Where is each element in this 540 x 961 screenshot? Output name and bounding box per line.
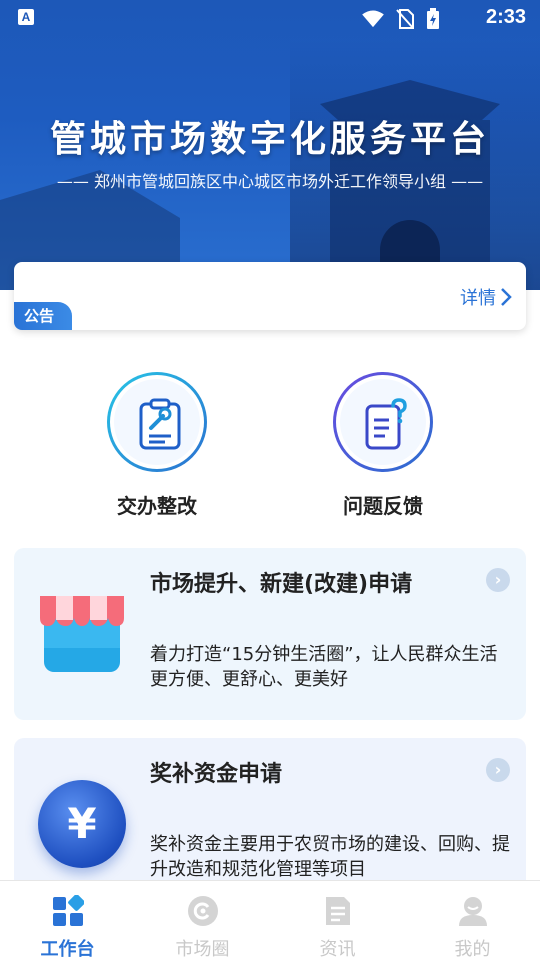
market-upgrade-title: 市场提升、新建(改建)申请 bbox=[150, 572, 413, 597]
notice-detail-link[interactable]: 详情 bbox=[460, 284, 512, 310]
market-upgrade-application-card[interactable]: 市场提升、新建(改建)申请 › 着力打造“15分钟生活圈”，让人民群众生活更方便… bbox=[14, 548, 526, 720]
workbench-icon bbox=[52, 894, 85, 926]
subsidy-title: 奖补资金申请 bbox=[150, 762, 283, 787]
nav-label-market-circle: 市场圈 bbox=[175, 939, 230, 960]
feedback-icon-circle bbox=[333, 372, 433, 472]
assign-rectify-label: 交办整改 bbox=[117, 494, 197, 518]
news-icon bbox=[325, 897, 350, 925]
app-subtitle: —— 郑州市管城回族区中心城区市场外迁工作领导小组 —— bbox=[56, 172, 484, 191]
profile-icon bbox=[458, 897, 487, 926]
nav-item-workbench[interactable]: 工作台 bbox=[0, 881, 135, 961]
notice-tag: 公告 bbox=[14, 302, 72, 330]
nav-label-profile: 我的 bbox=[454, 939, 491, 960]
bottom-navigation: 工作台 市场圈 资讯 我的 bbox=[0, 880, 540, 961]
battery-charging-icon bbox=[427, 8, 439, 29]
document-question-icon bbox=[365, 398, 407, 450]
chevron-right-icon bbox=[501, 288, 512, 306]
subsidy-application-card[interactable]: ¥ 奖补资金申请 › 奖补资金主要用于农贸市场的建设、回购、提升改造和规范化管理… bbox=[14, 738, 526, 898]
subsidy-description: 奖补资金主要用于农贸市场的建设、回购、提升改造和规范化管理等项目 bbox=[150, 834, 510, 880]
wifi-icon bbox=[362, 10, 384, 28]
nav-label-workbench: 工作台 bbox=[40, 939, 95, 960]
status-time: 2:33 bbox=[485, 6, 526, 28]
no-sim-icon bbox=[396, 9, 414, 29]
app-title: 管城市场数字化服务平台 bbox=[49, 118, 490, 160]
app-badge-icon: A bbox=[18, 9, 34, 25]
nav-label-news: 资讯 bbox=[319, 939, 356, 960]
assign-rectify-icon-circle bbox=[107, 372, 207, 472]
quick-action-feedback[interactable]: 问题反馈 bbox=[328, 372, 438, 519]
status-bar: A 2:33 bbox=[0, 0, 540, 36]
status-icons bbox=[362, 8, 440, 30]
nav-item-news[interactable]: 资讯 bbox=[270, 881, 405, 961]
notice-card[interactable]: 公告 详情 bbox=[14, 262, 526, 330]
nav-item-market-circle[interactable]: 市场圈 bbox=[135, 881, 270, 961]
chevron-right-circle-icon[interactable]: › bbox=[486, 568, 510, 592]
feedback-label: 问题反馈 bbox=[343, 494, 423, 518]
clipboard-wrench-icon bbox=[139, 398, 181, 450]
market-circle-icon bbox=[187, 896, 218, 926]
notice-detail-label: 详情 bbox=[460, 288, 496, 309]
nav-item-profile[interactable]: 我的 bbox=[405, 881, 540, 961]
market-upgrade-description: 着力打造“15分钟生活圈”，让人民群众生活更方便、更舒心、更美好 bbox=[150, 644, 498, 690]
quick-action-assign-rectify[interactable]: 交办整改 bbox=[102, 372, 212, 519]
yuan-coin-icon: ¥ bbox=[38, 780, 126, 868]
chevron-right-circle-icon[interactable]: › bbox=[486, 758, 510, 782]
hero-banner: A 2:33 管城市场数字化服务平台 —— 郑州市管城回族区中心城区市场外迁工作… bbox=[0, 0, 540, 290]
storefront-icon bbox=[40, 596, 124, 672]
